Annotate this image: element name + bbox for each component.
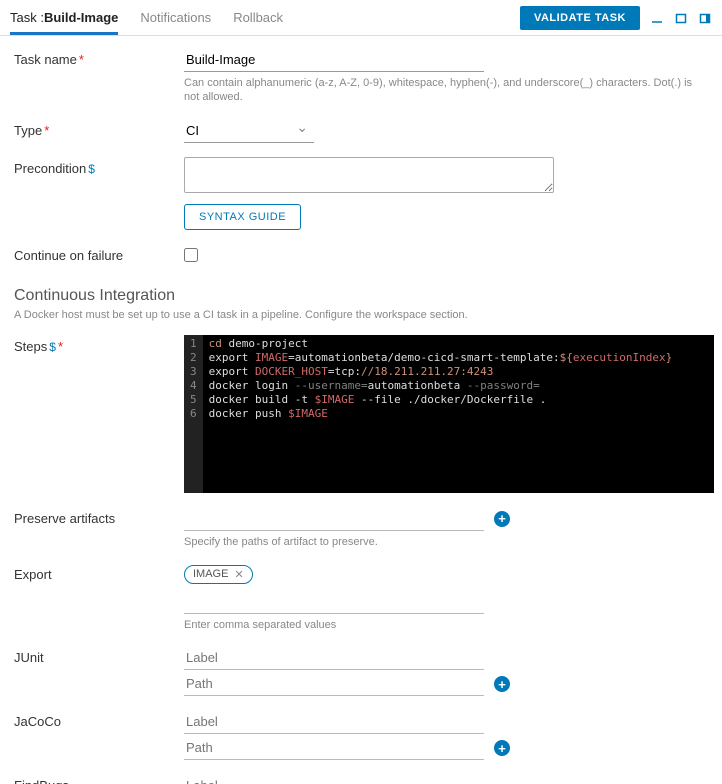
info-icon[interactable]: $	[49, 340, 56, 354]
remove-chip-icon[interactable]: ✕	[234, 568, 243, 581]
tab-task-title: Build-Image	[44, 10, 118, 25]
tab-notifications[interactable]: Notifications	[140, 0, 211, 35]
task-name-hint: Can contain alphanumeric (a-z, A-Z, 0-9)…	[184, 76, 708, 105]
info-icon[interactable]: $	[88, 162, 95, 176]
minimize-icon[interactable]	[650, 11, 664, 25]
jacoco-label-input[interactable]	[184, 710, 484, 734]
precondition-input[interactable]	[184, 157, 554, 193]
findbugs-label: FindBugs	[14, 774, 184, 784]
steps-code-editor[interactable]: 123456 cd demo-project export IMAGE=auto…	[184, 335, 714, 493]
add-artifact-button[interactable]: +	[494, 511, 510, 527]
junit-label-input[interactable]	[184, 646, 484, 670]
required-marker: *	[58, 339, 63, 354]
continue-on-failure-checkbox[interactable]	[184, 248, 198, 262]
type-select-value[interactable]	[184, 119, 314, 143]
export-hint: Enter comma separated values	[184, 618, 708, 632]
content-area: Task name* Can contain alphanumeric (a-z…	[0, 36, 722, 784]
ci-section-hint: A Docker host must be set up to use a CI…	[14, 309, 708, 321]
syntax-guide-button[interactable]: SYNTAX GUIDE	[184, 204, 301, 230]
ci-section-title: Continuous Integration	[14, 287, 708, 305]
required-marker: *	[79, 52, 84, 67]
dock-icon[interactable]	[698, 11, 712, 25]
export-chip-label: IMAGE	[193, 568, 228, 580]
tab-rollback[interactable]: Rollback	[233, 0, 283, 35]
header-actions: VALIDATE TASK	[520, 6, 712, 30]
findbugs-label-input[interactable]	[184, 774, 484, 784]
jacoco-path-input[interactable]	[184, 736, 484, 760]
add-jacoco-button[interactable]: +	[494, 740, 510, 756]
jacoco-label: JaCoCo	[14, 710, 184, 729]
preserve-artifacts-label: Preserve artifacts	[14, 507, 184, 526]
junit-path-input[interactable]	[184, 672, 484, 696]
code-gutter: 123456	[184, 335, 203, 493]
tab-strip: Task : Build-Image Notifications Rollbac…	[10, 0, 283, 35]
add-junit-button[interactable]: +	[494, 676, 510, 692]
validate-task-button[interactable]: VALIDATE TASK	[520, 6, 640, 30]
export-input[interactable]	[184, 590, 484, 614]
task-name-input[interactable]	[184, 48, 484, 72]
continue-on-failure-label: Continue on failure	[14, 244, 184, 263]
steps-label: Steps$*	[14, 335, 184, 354]
header-bar: Task : Build-Image Notifications Rollbac…	[0, 0, 722, 36]
task-name-label: Task name*	[14, 48, 184, 67]
maximize-icon[interactable]	[674, 11, 688, 25]
code-content[interactable]: cd demo-project export IMAGE=automationb…	[203, 335, 714, 493]
tab-task[interactable]: Task : Build-Image	[10, 0, 118, 35]
preserve-artifacts-hint: Specify the paths of artifact to preserv…	[184, 535, 708, 549]
junit-label: JUnit	[14, 646, 184, 665]
export-label: Export	[14, 563, 184, 582]
type-label: Type*	[14, 119, 184, 138]
type-select[interactable]	[184, 119, 314, 143]
precondition-label: Precondition$	[14, 157, 184, 176]
tab-task-prefix: Task :	[10, 10, 44, 25]
export-chip[interactable]: IMAGE ✕	[184, 565, 253, 584]
preserve-artifacts-input[interactable]	[184, 507, 484, 531]
required-marker: *	[44, 123, 49, 138]
